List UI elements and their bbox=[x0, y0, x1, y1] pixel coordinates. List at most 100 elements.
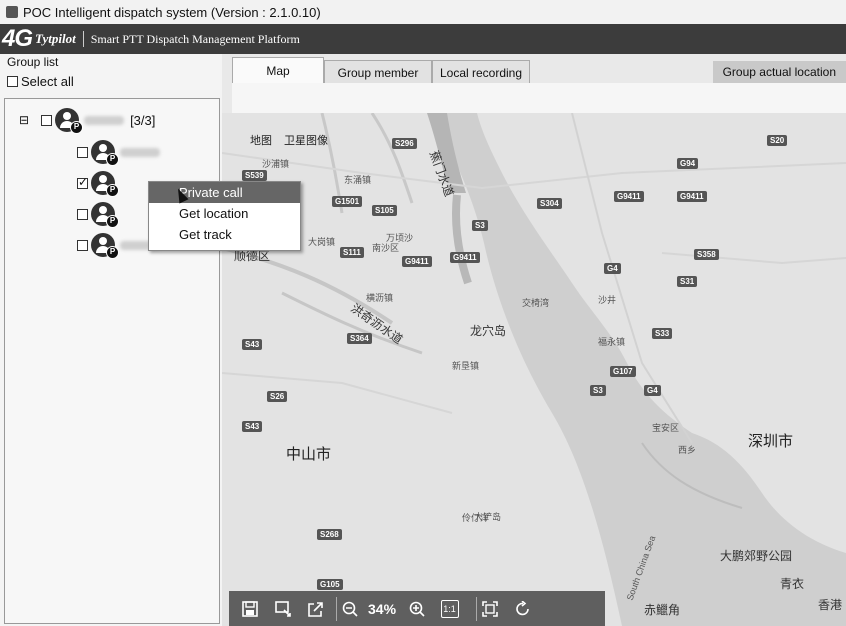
member-context-menu: Private call Get location Get track bbox=[148, 181, 301, 251]
road-shield: S3 bbox=[590, 385, 606, 396]
checkbox-icon[interactable] bbox=[7, 76, 18, 87]
map-label: 交椅湾 bbox=[522, 298, 550, 308]
member-avatar-icon: P bbox=[91, 233, 119, 259]
actual-size-button[interactable]: 1:1 bbox=[437, 597, 462, 621]
map-label: 南沙区 bbox=[372, 243, 400, 253]
road-shield: S296 bbox=[392, 138, 417, 149]
main-tabs: Map Group member Local recording Group a… bbox=[232, 57, 846, 84]
map-label: 深圳市 bbox=[748, 433, 794, 450]
group-tree[interactable]: ⊟ P [3/3] P P P P bbox=[4, 98, 220, 624]
group-member-count: [3/3] bbox=[130, 112, 156, 128]
ptt-badge-icon: P bbox=[70, 121, 84, 134]
road-shield: G105 bbox=[317, 579, 343, 590]
brand-header: 4G Tytpilot Smart PTT Dispatch Managemen… bbox=[0, 24, 846, 54]
road-shield: G107 bbox=[610, 366, 636, 377]
group-avatar-icon: P bbox=[55, 108, 84, 134]
tab-local-recording[interactable]: Local recording bbox=[432, 60, 530, 84]
road-shield: G9411 bbox=[402, 256, 432, 267]
group-list-label: Group list bbox=[7, 55, 59, 69]
road bbox=[222, 372, 453, 414]
export-icon[interactable] bbox=[303, 597, 328, 621]
road-shield: G94 bbox=[677, 158, 699, 169]
road-shield: S539 bbox=[242, 170, 267, 181]
map-type-switch[interactable]: 地图 卫星图像 bbox=[250, 132, 340, 148]
get-location-menu-item[interactable]: Get location bbox=[149, 203, 300, 224]
member-node[interactable]: P bbox=[77, 202, 119, 228]
waterway bbox=[370, 113, 414, 204]
group-list-panel: Group list Select all ⊟ P [3/3] P P P P bbox=[0, 54, 222, 626]
zoom-out-icon[interactable] bbox=[336, 596, 362, 621]
ptt-badge-icon: P bbox=[106, 184, 119, 197]
ptt-badge-icon: P bbox=[106, 153, 119, 166]
map-label: 赤鱲角 bbox=[644, 603, 681, 617]
map-type-map[interactable]: 地图 bbox=[250, 135, 272, 147]
road-shield: S364 bbox=[347, 333, 372, 344]
window-titlebar: POC Intelligent dispatch system (Version… bbox=[0, 0, 846, 24]
collapse-icon[interactable]: ⊟ bbox=[19, 113, 29, 127]
member-node[interactable]: P bbox=[77, 140, 160, 166]
app-icon bbox=[6, 6, 18, 18]
member-checkbox[interactable] bbox=[77, 239, 88, 251]
road-shield: G4 bbox=[644, 385, 661, 396]
road-shield: S43 bbox=[242, 421, 263, 432]
member-name-redacted bbox=[120, 147, 160, 157]
get-track-menu-item[interactable]: Get track bbox=[149, 224, 300, 245]
select-all-checkbox[interactable]: Select all bbox=[7, 74, 74, 89]
road-shield: S304 bbox=[537, 198, 562, 209]
fit-screen-icon[interactable] bbox=[476, 596, 502, 621]
brand-divider bbox=[82, 31, 84, 47]
map-label: 沙浦镇 bbox=[262, 159, 290, 169]
road-shield: S105 bbox=[372, 205, 397, 216]
platform-name: Smart PTT Dispatch Management Platform bbox=[90, 31, 300, 46]
road-shield: G9411 bbox=[614, 191, 644, 202]
map-label: 新垦镇 bbox=[452, 361, 480, 371]
private-call-menu-item[interactable]: Private call bbox=[149, 182, 300, 203]
river-branch bbox=[452, 194, 472, 285]
member-avatar-icon: P bbox=[91, 140, 119, 166]
member-checkbox[interactable] bbox=[77, 146, 88, 158]
map-subbar bbox=[232, 83, 846, 114]
tab-map[interactable]: Map bbox=[232, 57, 324, 84]
group-node[interactable]: ⊟ P [3/3] bbox=[19, 108, 156, 134]
map-view[interactable]: 地图 卫星图像 深圳市 中山市 龙穴岛 大鹏郊野公园 青衣 香港 赤鱲角 蕉门水道… bbox=[222, 113, 846, 626]
road-shield: S358 bbox=[694, 249, 719, 260]
road-shield: S33 bbox=[652, 328, 673, 339]
map-label: 东涌镇 bbox=[344, 175, 372, 185]
group-checkbox[interactable] bbox=[41, 114, 53, 126]
rotate-icon[interactable] bbox=[510, 597, 535, 621]
tab-group-member[interactable]: Group member bbox=[324, 60, 432, 84]
map-toolbar: 34% 1:1 bbox=[229, 591, 605, 626]
actual-size-icon: 1:1 bbox=[440, 599, 459, 618]
map-label: 福永镇 bbox=[598, 337, 626, 347]
map-label: 伶仃洋 bbox=[462, 513, 490, 523]
road-shield: G9411 bbox=[450, 252, 480, 263]
group-name-redacted bbox=[84, 115, 125, 125]
group-actual-location-button[interactable]: Group actual location bbox=[712, 61, 846, 83]
map-type-satellite[interactable]: 卫星图像 bbox=[284, 135, 328, 147]
map-label: 龙穴岛 bbox=[470, 324, 507, 338]
zoom-in-icon[interactable] bbox=[404, 597, 429, 621]
brand-logo-4g: 4G bbox=[2, 25, 33, 52]
road-shield: G4 bbox=[604, 263, 621, 274]
road-shield: S268 bbox=[317, 529, 342, 540]
road-shield: S26 bbox=[267, 391, 288, 402]
ptt-badge-icon: P bbox=[106, 246, 119, 259]
road-shield: S3 bbox=[472, 220, 488, 231]
member-checkbox[interactable] bbox=[77, 175, 88, 189]
road-shield: S20 bbox=[767, 135, 788, 146]
map-label: 横沥镇 bbox=[366, 293, 394, 303]
waterway bbox=[281, 291, 423, 355]
map-label: 宝安区 bbox=[652, 423, 680, 433]
zoom-level: 34% bbox=[368, 600, 397, 617]
road bbox=[661, 252, 846, 265]
member-avatar-icon: P bbox=[91, 171, 119, 197]
member-node[interactable]: P bbox=[77, 171, 119, 197]
road-shield: G1501 bbox=[332, 196, 363, 207]
screenshot-icon[interactable] bbox=[270, 597, 295, 621]
member-checkbox[interactable] bbox=[77, 208, 88, 220]
map-label: 青衣 bbox=[780, 577, 805, 591]
map-label: 沙井 bbox=[598, 295, 617, 305]
save-icon[interactable] bbox=[237, 597, 262, 621]
map-label: 中山市 bbox=[286, 446, 332, 463]
brand-name: Tytpilot bbox=[35, 31, 76, 46]
